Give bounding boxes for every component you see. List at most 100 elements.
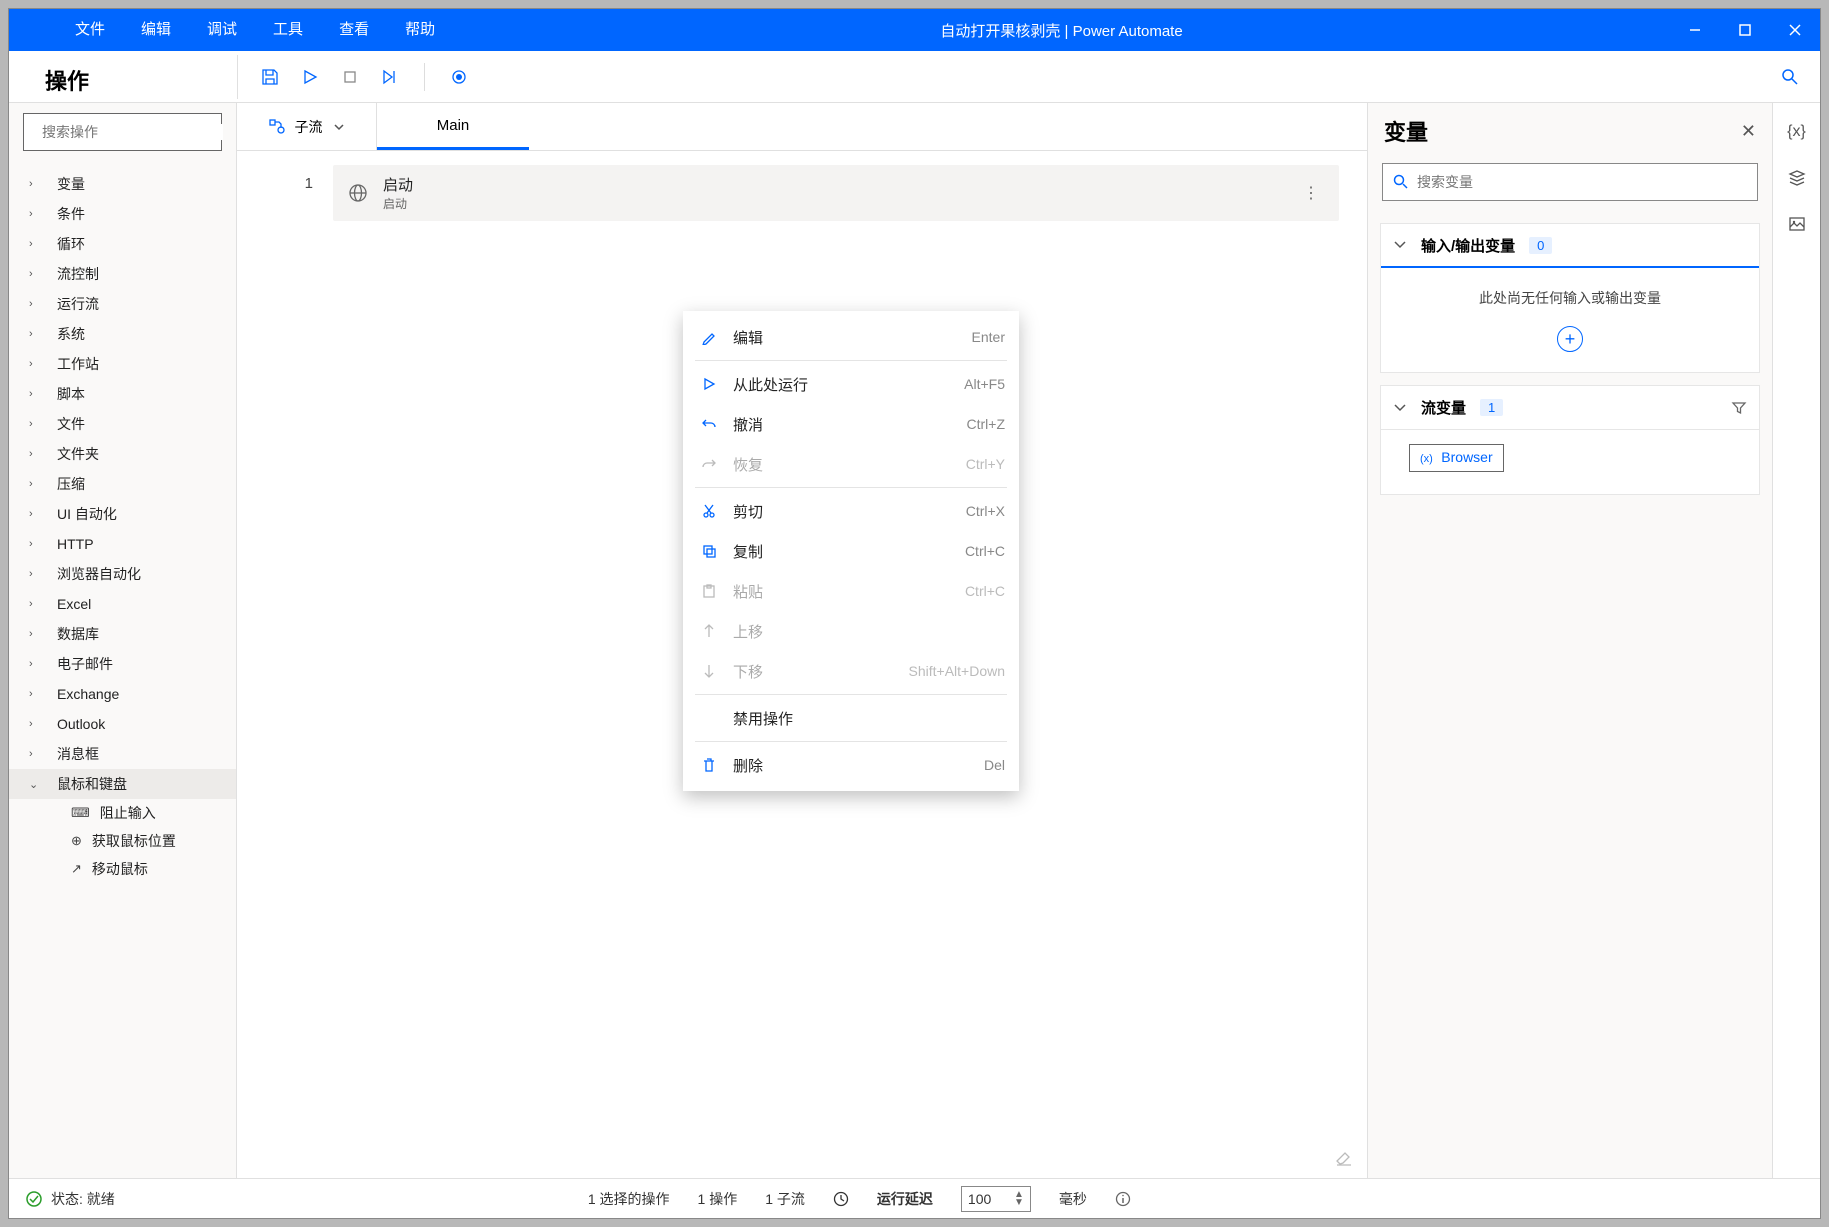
flow-variables-header[interactable]: 流变量 1 <box>1381 386 1759 430</box>
eraser-icon[interactable] <box>1335 1150 1353 1168</box>
tree-item[interactable]: ›文件夹 <box>9 439 236 469</box>
context-menu-item[interactable]: 禁用操作 <box>683 698 1019 738</box>
context-menu-item[interactable]: 撤消Ctrl+Z <box>683 404 1019 444</box>
line-number: 1 <box>237 151 333 1178</box>
variable-name: Browser <box>1441 449 1492 465</box>
selected-count: 1 选择的操作 <box>588 1189 670 1209</box>
ctx-label: 剪切 <box>733 501 966 522</box>
paste-icon <box>697 583 721 599</box>
tree-sub-label: 阻止输入 <box>100 803 156 823</box>
tree-item-label: 电子邮件 <box>57 654 113 674</box>
tree-item-label: 系统 <box>57 324 85 344</box>
tree-item[interactable]: ›循环 <box>9 229 236 259</box>
tree-item[interactable]: ›条件 <box>9 199 236 229</box>
tree-item[interactable]: ›Exchange <box>9 679 236 709</box>
chevron-icon: › <box>29 238 45 250</box>
ctx-label: 禁用操作 <box>733 708 1005 729</box>
maximize-button[interactable] <box>1720 9 1770 51</box>
io-variables-section: 输入/输出变量 0 此处尚无任何输入或输出变量 + <box>1380 223 1760 373</box>
context-menu-item[interactable]: 复制Ctrl+C <box>683 531 1019 571</box>
tree-item[interactable]: › 浏览器自动化 <box>9 559 236 589</box>
stop-button[interactable] <box>334 61 366 93</box>
add-variable-button[interactable]: + <box>1557 326 1583 352</box>
tree-item[interactable]: ›Outlook <box>9 709 236 739</box>
context-menu: 编辑Enter从此处运行Alt+F5撤消Ctrl+Z恢复Ctrl+Y剪切Ctrl… <box>683 311 1019 791</box>
menu-tools[interactable]: 工具 <box>255 9 321 51</box>
tree-sub-item[interactable]: ⊕获取鼠标位置 <box>9 827 236 855</box>
tree-item[interactable]: ›脚本 <box>9 379 236 409</box>
subflow-label: 子流 <box>295 117 323 137</box>
record-button[interactable] <box>443 61 475 93</box>
info-icon[interactable] <box>1115 1191 1131 1207</box>
chevron-icon: › <box>29 388 45 400</box>
ctx-shortcut: Del <box>984 757 1005 773</box>
chevron-icon: › <box>29 448 45 460</box>
tree-item[interactable]: ›变量 <box>9 169 236 199</box>
filter-icon[interactable] <box>1731 400 1747 416</box>
context-menu-item[interactable]: 剪切Ctrl+X <box>683 491 1019 531</box>
menu-help[interactable]: 帮助 <box>387 9 453 51</box>
context-menu-item[interactable]: 编辑Enter <box>683 317 1019 357</box>
delay-input[interactable]: 100▲▼ <box>961 1186 1031 1212</box>
menu-view[interactable]: 查看 <box>321 9 387 51</box>
ctx-label: 从此处运行 <box>733 374 964 395</box>
chevron-icon: ⌄ <box>29 778 45 791</box>
context-menu-item: 上移 <box>683 611 1019 651</box>
variables-search-input[interactable] <box>1417 174 1747 190</box>
tree-item-label: 浏览器自动化 <box>57 564 141 584</box>
layers-icon[interactable] <box>1788 169 1806 187</box>
tree-item[interactable]: ›UI 自动化 <box>9 499 236 529</box>
io-variables-title: 输入/输出变量 <box>1421 235 1515 256</box>
tree-item[interactable]: ›Excel <box>9 589 236 619</box>
tree-item[interactable]: ›流控制 <box>9 259 236 289</box>
run-button[interactable] <box>294 61 326 93</box>
search-button[interactable] <box>1768 55 1812 99</box>
variable-chip[interactable]: (x) Browser <box>1409 444 1504 472</box>
menu-debug[interactable]: 调试 <box>189 9 255 51</box>
subflow-dropdown[interactable]: 子流 <box>237 103 377 150</box>
window-title: 自动打开果核剥壳 | Power Automate <box>453 20 1670 41</box>
chevron-icon: › <box>29 568 45 580</box>
action-card[interactable]: 启动 启动 ⋮ <box>333 165 1339 221</box>
menu-edit[interactable]: 编辑 <box>123 9 189 51</box>
tree-item[interactable]: ›工作站 <box>9 349 236 379</box>
main-menu: 文件 编辑 调试 工具 查看 帮助 <box>9 9 453 51</box>
flow-variables-section: 流变量 1 (x) Browser <box>1380 385 1760 495</box>
tree-item[interactable]: ›压缩 <box>9 469 236 499</box>
tree-item[interactable]: ›运行流 <box>9 289 236 319</box>
tree-sub-label: 移动鼠标 <box>92 859 148 879</box>
variables-close-button[interactable]: ✕ <box>1741 121 1756 142</box>
save-button[interactable] <box>254 61 286 93</box>
menu-file[interactable]: 文件 <box>57 9 123 51</box>
tree-sub-item[interactable]: ↗移动鼠标 <box>9 855 236 883</box>
variable-x-icon: (x) <box>1420 453 1433 465</box>
tree-item[interactable]: ›HTTP <box>9 529 236 559</box>
step-button[interactable] <box>374 61 406 93</box>
actions-panel-title: 操作 <box>27 50 107 104</box>
close-button[interactable] <box>1770 9 1820 51</box>
tree-item[interactable]: ›文件 <box>9 409 236 439</box>
tree-item[interactable]: ›消息框 <box>9 739 236 769</box>
chevron-icon: › <box>29 538 45 550</box>
actions-search[interactable] <box>23 113 222 151</box>
tree-item[interactable]: ›系统 <box>9 319 236 349</box>
tree-item[interactable]: ⌄鼠标和键盘 <box>9 769 236 799</box>
context-menu-item[interactable]: 从此处运行Alt+F5 <box>683 364 1019 404</box>
tab-main[interactable]: Main <box>377 103 529 150</box>
variables-search[interactable] <box>1382 163 1758 201</box>
ctx-shortcut: Ctrl+Y <box>966 456 1005 472</box>
action-more-button[interactable]: ⋮ <box>1297 183 1325 203</box>
chevron-icon: › <box>29 178 45 190</box>
context-menu-item[interactable]: 删除Del <box>683 745 1019 785</box>
actions-search-input[interactable] <box>42 124 223 140</box>
image-icon[interactable] <box>1788 215 1806 233</box>
tree-item-label: 文件 <box>57 414 85 434</box>
tree-sub-item[interactable]: ⌨阻止输入 <box>9 799 236 827</box>
tree-item[interactable]: ›电子邮件 <box>9 649 236 679</box>
flow-canvas[interactable]: 1 启动 启动 ⋮ 编辑Enter从此处运行Alt+F5撤消Ctrl+Z恢复Ct… <box>237 151 1367 1178</box>
flow-variables-count: 1 <box>1480 399 1503 416</box>
io-variables-header[interactable]: 输入/输出变量 0 <box>1381 224 1759 268</box>
tree-item[interactable]: ›数据库 <box>9 619 236 649</box>
variables-icon[interactable]: {x} <box>1787 123 1806 141</box>
minimize-button[interactable] <box>1670 9 1720 51</box>
